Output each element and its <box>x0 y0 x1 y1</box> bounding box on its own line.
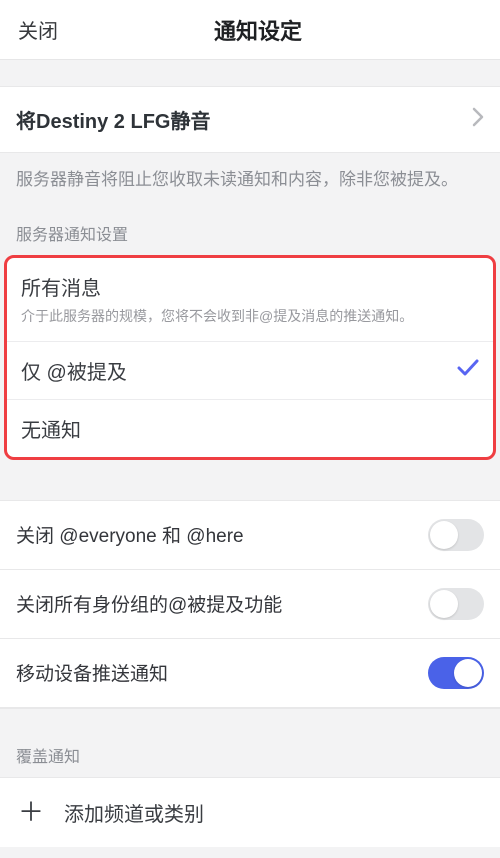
option-only-mentions[interactable]: 仅 @被提及 <box>7 342 493 400</box>
header-bar: 关闭 通知设定 <box>0 0 500 60</box>
toggle-knob <box>454 659 482 687</box>
toggle-label: 关闭所有身份组的@被提及功能 <box>16 590 428 617</box>
mute-server-row[interactable]: 将Destiny 2 LFG静音 <box>0 86 500 153</box>
page-title: 通知设定 <box>76 14 500 46</box>
option-label: 无通知 <box>21 414 479 443</box>
toggle-switch[interactable] <box>428 588 484 620</box>
toggle-label: 移动设备推送通知 <box>16 659 428 686</box>
toggle-group: 关闭 @everyone 和 @here 关闭所有身份组的@被提及功能 移动设备… <box>0 500 500 709</box>
spacer <box>0 60 500 86</box>
option-label-text: 所有消息 <box>21 278 101 300</box>
toggle-switch[interactable] <box>428 519 484 551</box>
spacer <box>0 460 500 500</box>
toggle-knob <box>430 590 458 618</box>
suppress-everyone-row[interactable]: 关闭 @everyone 和 @here <box>0 501 500 570</box>
checkmark-icon <box>457 356 479 384</box>
toggle-label: 关闭 @everyone 和 @here <box>16 521 428 548</box>
suppress-roles-row[interactable]: 关闭所有身份组的@被提及功能 <box>0 570 500 639</box>
option-label: 仅 @被提及 <box>21 356 457 385</box>
add-channel-override-row[interactable]: ＋ 添加频道或类别 <box>0 777 500 847</box>
toggle-knob <box>430 521 458 549</box>
plus-icon: ＋ <box>18 799 44 825</box>
mobile-push-row[interactable]: 移动设备推送通知 <box>0 639 500 708</box>
mute-server-label: 将Destiny 2 LFG静音 <box>16 105 472 134</box>
server-notif-section-label: 服务器通知设置 <box>0 193 500 255</box>
option-nothing[interactable]: 无通知 <box>7 400 493 457</box>
add-channel-label: 添加频道或类别 <box>64 798 204 827</box>
close-button[interactable]: 关闭 <box>0 15 76 44</box>
override-section-label: 覆盖通知 <box>0 709 500 777</box>
chevron-right-icon <box>472 107 484 133</box>
option-sub-text: 介于此服务器的规模，您将不会收到非@提及消息的推送通知。 <box>21 307 479 327</box>
toggle-switch[interactable] <box>428 657 484 689</box>
mute-server-description: 服务器静音将阻止您收取未读通知和内容，除非您被提及。 <box>0 153 500 193</box>
option-all-messages[interactable]: 所有消息 介于此服务器的规模，您将不会收到非@提及消息的推送通知。 <box>7 258 493 342</box>
option-label: 所有消息 介于此服务器的规模，您将不会收到非@提及消息的推送通知。 <box>21 272 479 327</box>
notification-level-group: 所有消息 介于此服务器的规模，您将不会收到非@提及消息的推送通知。 仅 @被提及… <box>4 255 496 460</box>
